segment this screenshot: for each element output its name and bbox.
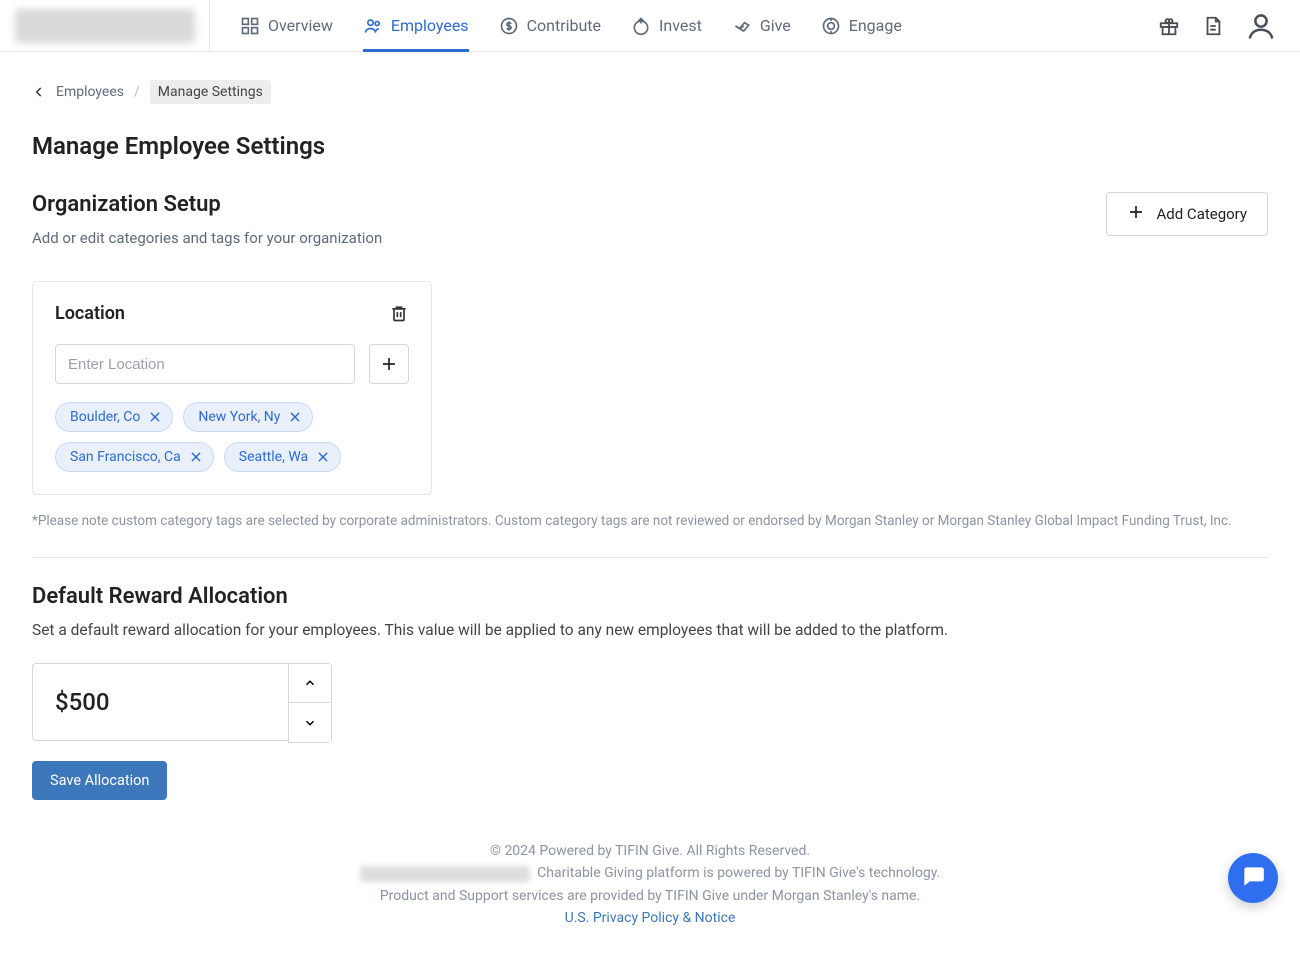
remove-tag-icon[interactable] [288, 410, 302, 424]
tag-label: San Francisco, Ca [70, 449, 181, 465]
invest-icon [631, 16, 651, 36]
remove-tag-icon[interactable] [316, 450, 330, 464]
tag-item: Seattle, Wa [224, 442, 341, 472]
nav-tab-label: Engage [849, 16, 902, 35]
nav-tab-label: Invest [659, 16, 702, 35]
category-card-title: Location [55, 303, 125, 324]
chat-icon [1240, 863, 1266, 893]
breadcrumb: Employees / Manage Settings [32, 80, 1268, 104]
plus-icon [1127, 203, 1145, 225]
stepper-down-button[interactable] [289, 703, 331, 742]
logo-area [0, 0, 210, 52]
default-reward-title: Default Reward Allocation [32, 584, 1268, 609]
nav-right [1158, 11, 1276, 41]
profile-icon[interactable] [1246, 11, 1276, 41]
default-reward-description: Set a default reward allocation for your… [32, 621, 1268, 639]
document-icon[interactable] [1202, 15, 1224, 37]
nav-tab-label: Contribute [527, 16, 601, 35]
location-input[interactable] [55, 344, 355, 384]
save-allocation-button[interactable]: Save Allocation [32, 761, 167, 800]
allocation-row: $500 [32, 663, 1268, 743]
nav-tab-engage[interactable]: Engage [821, 0, 902, 52]
allocation-value[interactable]: $500 [32, 663, 288, 741]
tag-item: Boulder, Co [55, 402, 173, 432]
breadcrumb-parent[interactable]: Employees [56, 84, 124, 100]
gift-icon[interactable] [1158, 15, 1180, 37]
engage-icon [821, 16, 841, 36]
tag-item: San Francisco, Ca [55, 442, 214, 472]
add-tag-button[interactable] [369, 344, 409, 384]
breadcrumb-current: Manage Settings [150, 80, 271, 104]
delete-category-button[interactable] [389, 302, 409, 324]
remove-tag-icon[interactable] [189, 450, 203, 464]
add-category-button[interactable]: Add Category [1106, 192, 1269, 236]
org-setup-subtitle: Add or edit categories and tags for your… [32, 229, 382, 247]
nav-tab-invest[interactable]: Invest [631, 0, 702, 52]
tag-row: Boulder, Co New York, Ny San Francisco, … [55, 402, 409, 472]
category-card-location: Location Boulder, Co New York, Ny San Fr… [32, 281, 432, 495]
back-chevron-icon[interactable] [32, 85, 46, 99]
page-title: Manage Employee Settings [32, 132, 1268, 160]
footer-line-3: Product and Support services are provide… [32, 885, 1268, 907]
tag-item: New York, Ny [183, 402, 313, 432]
footer-line-2-tail: Charitable Giving platform is powered by… [537, 865, 940, 881]
org-setup-disclaimer: *Please note custom category tags are se… [32, 513, 1268, 529]
give-icon [732, 16, 752, 36]
employees-icon [363, 16, 383, 36]
logo-blurred [15, 9, 195, 43]
allocation-stepper [288, 663, 332, 743]
org-setup-title: Organization Setup [32, 192, 382, 217]
nav-tabs: Overview Employees Contribute Invest Giv [240, 0, 902, 52]
overview-icon [240, 16, 260, 36]
nav-tab-label: Employees [391, 16, 469, 35]
contribute-icon [499, 16, 519, 36]
top-nav: Overview Employees Contribute Invest Giv [0, 0, 1300, 52]
remove-tag-icon[interactable] [148, 410, 162, 424]
stepper-up-button[interactable] [289, 664, 331, 703]
footer-line-2: Charitable Giving platform is powered by… [32, 862, 1268, 884]
footer-line-1: © 2024 Powered by TIFIN Give. All Rights… [32, 840, 1268, 862]
tag-label: New York, Ny [198, 409, 280, 425]
footer-blurred-company [360, 866, 530, 882]
privacy-link[interactable]: U.S. Privacy Policy & Notice [565, 910, 736, 926]
tag-label: Seattle, Wa [239, 449, 308, 465]
nav-tab-overview[interactable]: Overview [240, 0, 333, 52]
nav-tab-give[interactable]: Give [732, 0, 791, 52]
add-category-label: Add Category [1157, 205, 1248, 223]
chat-fab[interactable] [1228, 853, 1278, 903]
footer: © 2024 Powered by TIFIN Give. All Rights… [32, 840, 1268, 930]
nav-tab-contribute[interactable]: Contribute [499, 0, 601, 52]
nav-tab-label: Give [760, 16, 791, 35]
tag-label: Boulder, Co [70, 409, 140, 425]
nav-tab-employees[interactable]: Employees [363, 0, 469, 52]
nav-tab-label: Overview [268, 16, 333, 35]
breadcrumb-separator: / [134, 84, 140, 100]
section-divider [32, 557, 1268, 558]
